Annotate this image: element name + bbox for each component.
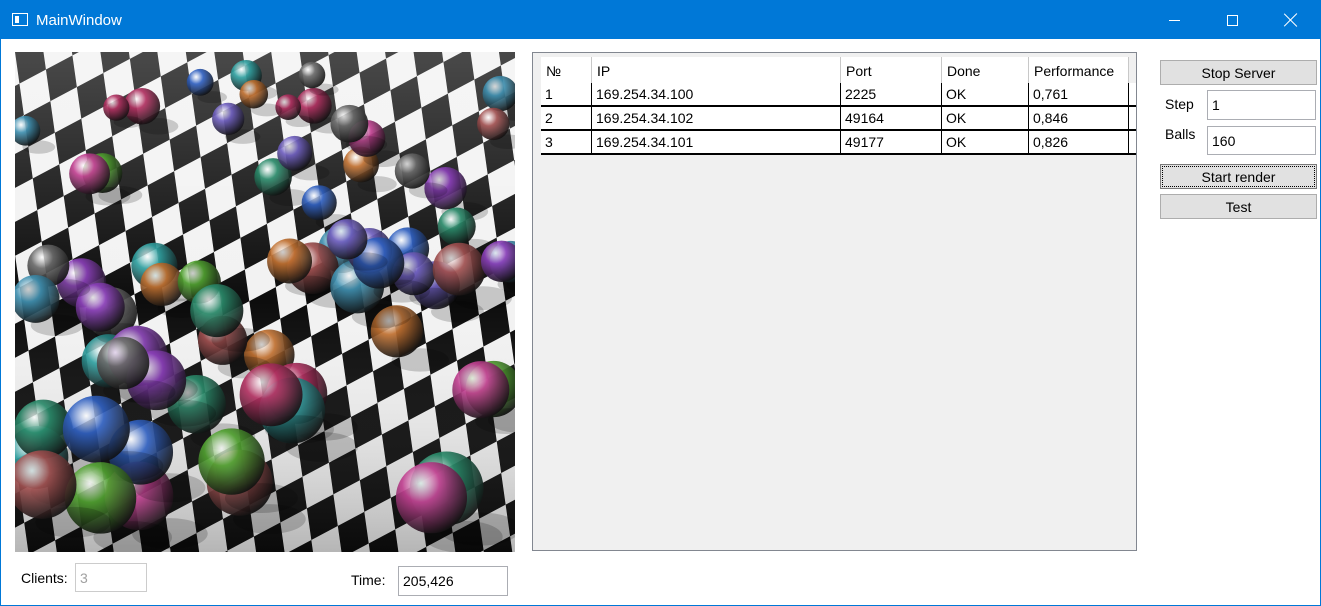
- stop-server-button[interactable]: Stop Server: [1160, 60, 1317, 85]
- grid-header: № IP Port Done Performance: [541, 57, 1129, 84]
- render-image: [15, 52, 515, 552]
- column-header-ip[interactable]: IP: [592, 57, 841, 84]
- sphere: [62, 395, 130, 463]
- window-icon: [12, 13, 28, 26]
- sphere: [103, 94, 130, 121]
- close-button[interactable]: [1262, 1, 1320, 39]
- balls-label: Balls: [1165, 126, 1196, 142]
- title-bar[interactable]: MainWindow: [1, 1, 1320, 39]
- cell-done[interactable]: OK: [942, 131, 1029, 153]
- cell-done[interactable]: OK: [942, 107, 1029, 129]
- sphere: [432, 242, 486, 296]
- sphere: [239, 79, 269, 109]
- cell-performance[interactable]: 0,761: [1029, 83, 1129, 105]
- sphere: [69, 153, 111, 195]
- cell-ip[interactable]: 169.254.34.101: [592, 131, 841, 153]
- balls-field[interactable]: [1207, 126, 1316, 155]
- column-header-number[interactable]: №: [541, 57, 592, 84]
- sphere: [186, 68, 214, 96]
- sphere: [212, 102, 245, 136]
- step-label: Step: [1165, 96, 1194, 112]
- table-row[interactable]: 2 169.254.34.102 49164 OK 0,846: [541, 107, 1136, 131]
- sphere: [198, 428, 265, 495]
- sphere: [330, 104, 369, 143]
- maximize-icon: [1226, 14, 1238, 26]
- sphere: [395, 462, 468, 534]
- minimize-icon: [1168, 19, 1180, 21]
- sphere: [477, 107, 510, 141]
- sphere: [277, 135, 313, 171]
- minimize-button[interactable]: [1145, 1, 1203, 39]
- test-button[interactable]: Test: [1160, 194, 1317, 219]
- cell-number[interactable]: 2: [541, 107, 592, 129]
- time-field[interactable]: [398, 566, 508, 596]
- cell-port[interactable]: 2225: [841, 83, 942, 105]
- column-header-done[interactable]: Done: [942, 57, 1029, 84]
- table-row[interactable]: 3 169.254.34.101 49177 OK 0,826: [541, 131, 1136, 155]
- start-render-button[interactable]: Start render: [1160, 164, 1317, 189]
- close-icon: [1284, 13, 1298, 27]
- cell-number[interactable]: 1: [541, 83, 592, 105]
- sphere: [267, 238, 313, 284]
- cell-performance[interactable]: 0,826: [1029, 131, 1129, 153]
- cell-performance[interactable]: 0,846: [1029, 107, 1129, 129]
- cell-port[interactable]: 49164: [841, 107, 942, 129]
- sphere: [437, 207, 476, 246]
- clients-label: Clients:: [21, 570, 68, 586]
- sphere: [394, 153, 430, 189]
- sphere: [301, 185, 337, 221]
- cell-number[interactable]: 3: [541, 131, 592, 153]
- column-header-performance[interactable]: Performance: [1029, 57, 1129, 84]
- sphere: [239, 363, 303, 427]
- cell-port[interactable]: 49177: [841, 131, 942, 153]
- step-field[interactable]: [1207, 90, 1316, 120]
- cell-ip[interactable]: 169.254.34.102: [592, 107, 841, 129]
- sphere: [190, 284, 244, 338]
- column-header-port[interactable]: Port: [841, 57, 942, 84]
- window-title: MainWindow: [36, 12, 122, 29]
- sphere: [140, 262, 184, 307]
- sphere: [298, 61, 326, 89]
- main-window: MainWindow Clients: 3 Time: 205,426 № IP…: [0, 0, 1321, 606]
- sphere: [326, 219, 368, 260]
- time-label: Time:: [351, 572, 386, 588]
- clients-field: [75, 563, 147, 592]
- table-row[interactable]: 1 169.254.34.100 2225 OK 0,761: [541, 83, 1136, 107]
- cell-done[interactable]: OK: [942, 83, 1029, 105]
- clients-grid[interactable]: № IP Port Done Performance 1 169.254.34.…: [532, 52, 1137, 551]
- raytraced-spheres-image: [15, 52, 515, 552]
- cell-ip[interactable]: 169.254.34.100: [592, 83, 841, 105]
- sphere: [452, 361, 510, 419]
- maximize-button[interactable]: [1203, 1, 1261, 39]
- sphere: [96, 336, 150, 390]
